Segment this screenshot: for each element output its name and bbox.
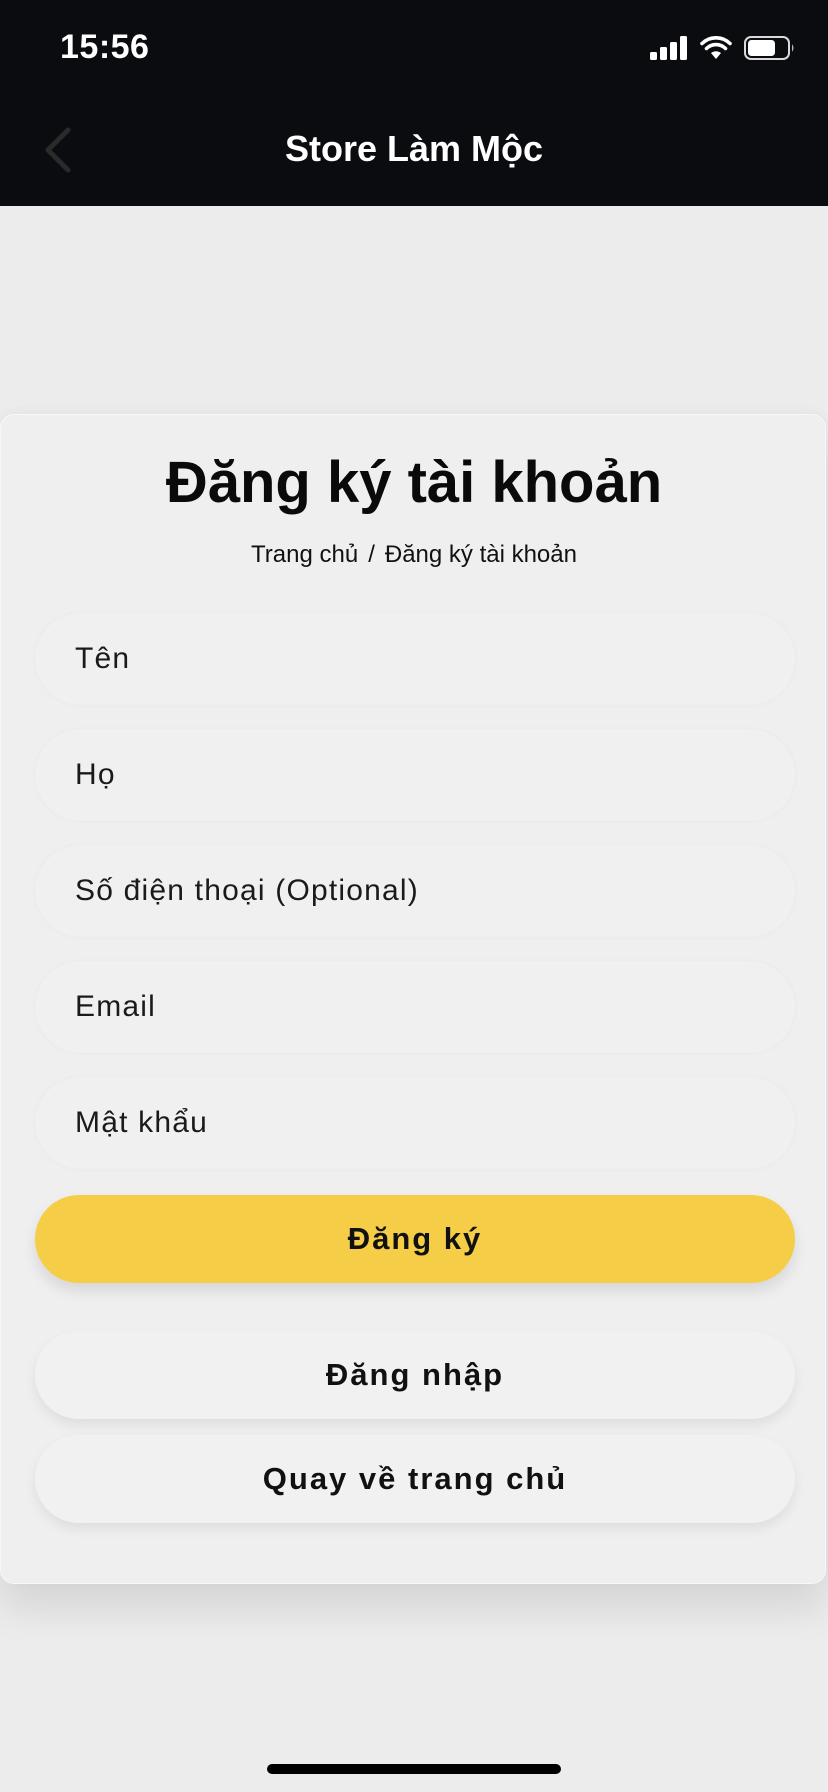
status-time: 15:56 bbox=[60, 28, 150, 66]
register-button[interactable]: Đăng ký bbox=[35, 1195, 795, 1283]
header-title: Store Làm Mộc bbox=[284, 128, 544, 169]
phone-field[interactable] bbox=[35, 845, 795, 937]
battery-icon bbox=[744, 35, 796, 65]
breadcrumb-separator: / bbox=[368, 541, 375, 568]
email-field[interactable] bbox=[35, 961, 795, 1053]
last-name-field[interactable] bbox=[35, 729, 795, 821]
last-name-input[interactable] bbox=[75, 758, 755, 792]
wifi-icon bbox=[700, 35, 732, 65]
page-title: Đăng ký tài khoản bbox=[165, 450, 663, 515]
first-name-field[interactable] bbox=[35, 613, 795, 705]
home-indicator[interactable] bbox=[267, 1764, 561, 1774]
cellular-signal-icon bbox=[650, 35, 688, 65]
top-bar: 15:56 Store Làm Mộc bbox=[0, 0, 828, 206]
login-button[interactable]: Đăng nhập bbox=[35, 1331, 795, 1419]
breadcrumb-current: Đăng ký tài khoản bbox=[384, 541, 577, 568]
phone-input[interactable] bbox=[75, 874, 755, 908]
status-icons bbox=[650, 35, 796, 65]
email-input[interactable] bbox=[75, 990, 755, 1024]
breadcrumb: Trang chủ / Đăng ký tài khoản bbox=[1, 541, 827, 569]
register-card: Đăng ký tài khoản Trang chủ / Đăng ký tài … bbox=[0, 414, 826, 1584]
breadcrumb-home-link[interactable]: Trang chủ bbox=[251, 541, 358, 568]
back-to-home-button[interactable]: Quay về trang chủ bbox=[35, 1435, 795, 1523]
password-field[interactable] bbox=[35, 1077, 795, 1169]
password-input[interactable] bbox=[75, 1106, 755, 1140]
first-name-input[interactable] bbox=[75, 642, 755, 676]
